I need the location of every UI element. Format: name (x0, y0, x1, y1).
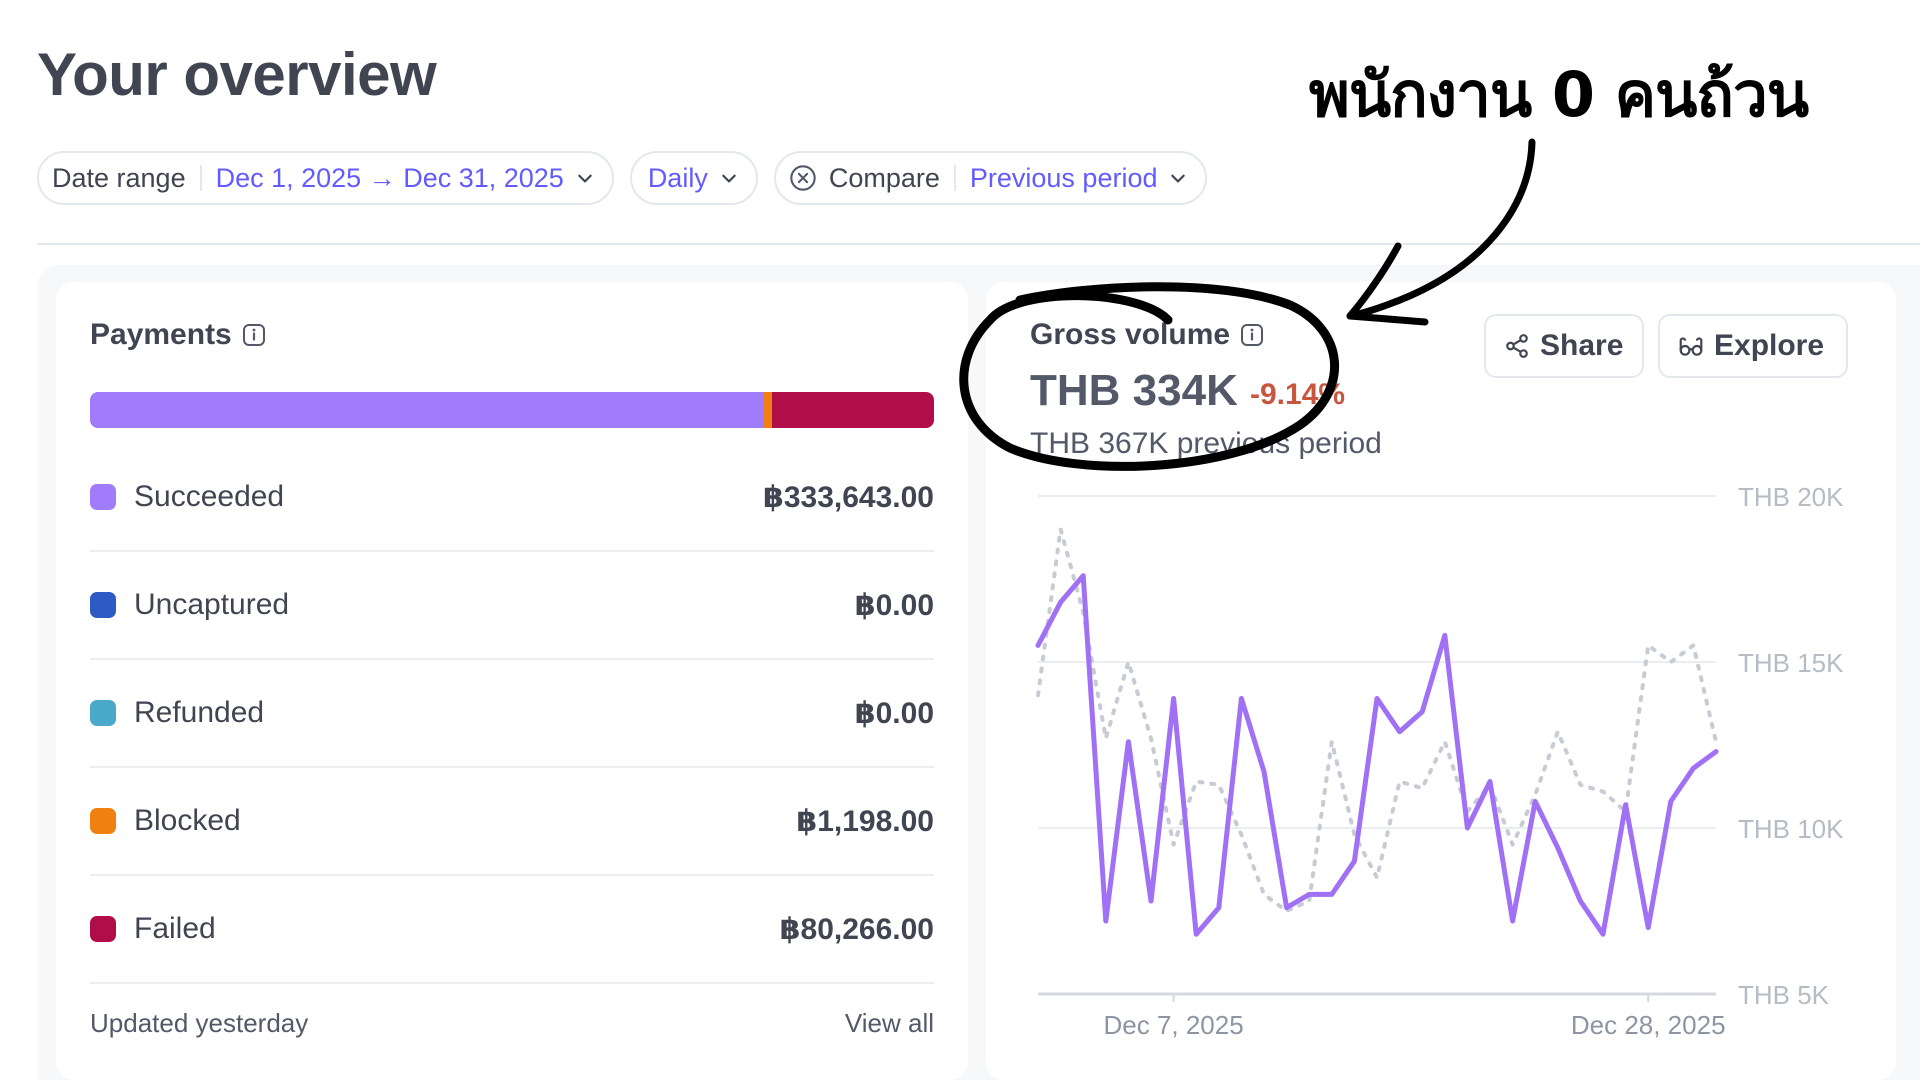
separator (953, 165, 956, 191)
annotation-text: พนักงาน 0 คนถ้วน (1309, 58, 1809, 131)
breakdown-segment-blocked (763, 392, 772, 428)
payments-breakdown-bar (90, 392, 934, 428)
info-icon[interactable] (1240, 323, 1264, 347)
status-row-blocked[interactable]: Blocked ฿1,198.00 (90, 768, 934, 876)
status-name: Refunded (134, 696, 265, 729)
status-row-failed[interactable]: Failed ฿80,266.00 (90, 876, 934, 984)
clear-compare-icon[interactable] (789, 164, 817, 192)
breakdown-segment-succeeded (90, 392, 764, 428)
chevron-down-icon (1171, 174, 1186, 183)
previous-period-line (1036, 527, 1718, 913)
status-color-dot (90, 700, 116, 726)
explore-button[interactable]: Explore (1658, 314, 1848, 378)
x-tick-label: Dec 28, 2025 (1571, 1010, 1726, 1040)
share-button[interactable]: Share (1484, 314, 1644, 378)
chevron-down-icon (722, 174, 736, 183)
y-tick-label: THB 15K (1738, 648, 1844, 678)
status-color-dot (90, 484, 116, 510)
status-color-dot (90, 916, 116, 942)
status-name: Blocked (134, 804, 241, 837)
interval-value: Daily (647, 162, 708, 193)
current-period-line (1035, 573, 1719, 937)
gross-volume-value: THB 334K (1030, 366, 1238, 415)
x-tick-label: Dec 7, 2025 (1103, 1010, 1243, 1040)
gross-volume-title: Gross volume (1030, 318, 1264, 352)
binoculars-icon (1679, 337, 1703, 356)
explore-label: Explore (1714, 329, 1825, 362)
header-divider (37, 243, 1920, 245)
status-amount: ฿1,198.00 (796, 804, 934, 838)
y-tick-label: THB 10K (1738, 814, 1844, 844)
date-range-label: Date range (52, 162, 186, 193)
compare-value: Previous period (969, 162, 1158, 193)
payments-title: Payments (90, 318, 266, 352)
payments-footer: Updated yesterday View all (90, 1008, 934, 1039)
updated-text: Updated yesterday (90, 1008, 309, 1038)
compare-filter[interactable]: Compare Previous period (773, 151, 1208, 205)
status-color-dot (90, 592, 116, 618)
payments-card: Payments Succeeded ฿333,643.00 Uncapture… (56, 282, 968, 1080)
status-row-refunded[interactable]: Refunded ฿0.00 (90, 660, 934, 768)
breakdown-segment-failed (771, 392, 934, 428)
status-name: Failed (134, 912, 216, 945)
status-amount: ฿80,266.00 (779, 912, 934, 946)
interval-filter[interactable]: Daily (629, 151, 758, 205)
page-title: Your overview (37, 41, 437, 108)
gross-volume-title-text: Gross volume (1030, 318, 1231, 351)
status-amount: ฿0.00 (854, 696, 934, 730)
payments-title-text: Payments (90, 318, 232, 351)
status-amount: ฿0.00 (854, 588, 934, 622)
status-row-uncaptured[interactable]: Uncaptured ฿0.00 (90, 552, 934, 660)
status-color-dot (90, 808, 116, 834)
y-tick-label: THB 5K (1738, 980, 1830, 1010)
status-amount: ฿333,643.00 (762, 480, 934, 514)
y-tick-label: THB 20K (1738, 482, 1844, 512)
separator (199, 165, 202, 191)
info-icon[interactable] (242, 323, 266, 347)
status-row-succeeded[interactable]: Succeeded ฿333,643.00 (90, 444, 934, 552)
status-name: Succeeded (134, 480, 285, 513)
chevron-down-icon (578, 174, 592, 183)
filter-bar: Date range Dec 1, 2025 → Dec 31, 2025 Da… (37, 151, 1208, 205)
view-all-link[interactable]: View all (845, 1008, 934, 1039)
gross-volume-delta: -9.14% (1250, 378, 1346, 411)
date-range-filter[interactable]: Date range Dec 1, 2025 → Dec 31, 2025 (37, 151, 614, 205)
gross-volume-chart: THB 20K THB 15K THB 10K THB 5K Dec 7, 2025 De… (1035, 482, 1844, 1040)
share-label: Share (1540, 329, 1624, 362)
status-name: Uncaptured (134, 588, 290, 621)
date-range-value: Dec 1, 2025 → Dec 31, 2025 (215, 162, 564, 193)
share-icon (1506, 334, 1528, 358)
compare-label: Compare (828, 162, 940, 193)
